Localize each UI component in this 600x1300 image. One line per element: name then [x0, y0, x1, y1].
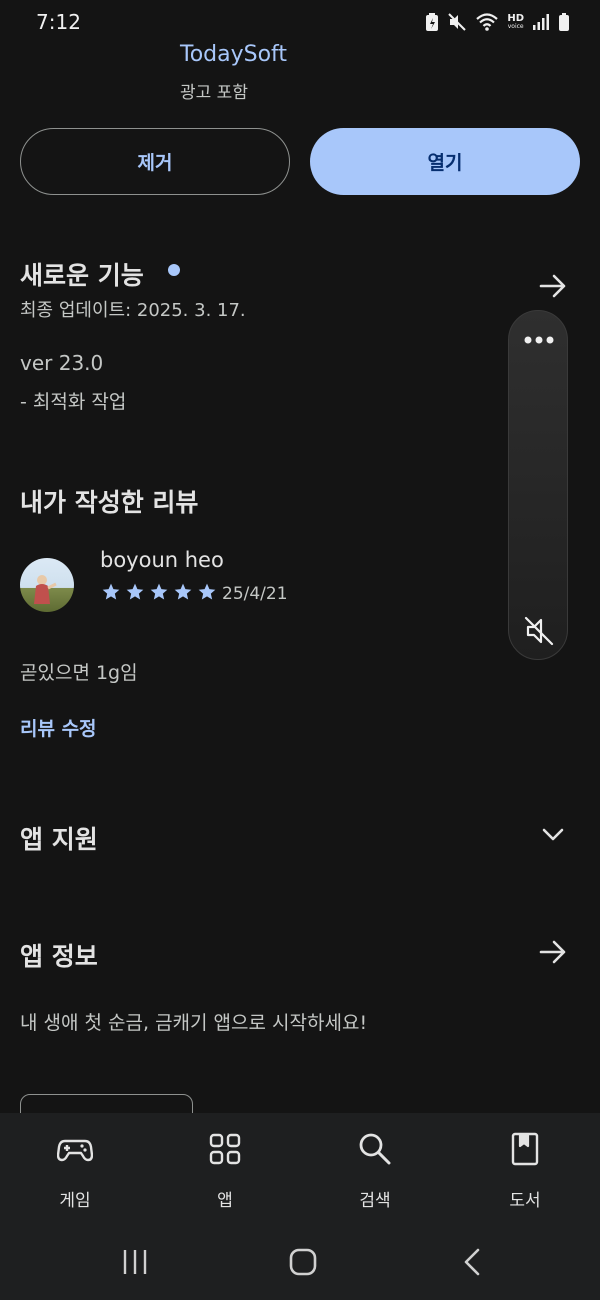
- recent-apps-icon[interactable]: [120, 1247, 150, 1277]
- star-rating: [100, 582, 218, 602]
- developer-name[interactable]: TodaySoft: [180, 42, 287, 67]
- avatar: [20, 558, 74, 612]
- more-options-icon[interactable]: [523, 335, 555, 345]
- gamepad-icon: [57, 1139, 93, 1162]
- star-icon: [174, 583, 192, 600]
- reviewer-name: boyoun heo: [100, 548, 224, 572]
- volume-mute-icon[interactable]: [523, 615, 555, 647]
- review-text: 곧있으면 1g임: [20, 662, 138, 684]
- arrow-right-icon[interactable]: [538, 937, 568, 967]
- nav-label-apps: 앱: [217, 1191, 233, 1211]
- nav-label-games: 게임: [59, 1191, 91, 1211]
- bottom-navigation: 게임 앱 검색 도서: [0, 1113, 600, 1233]
- arrow-right-icon[interactable]: [538, 271, 568, 301]
- home-icon[interactable]: [288, 1247, 318, 1277]
- star-icon: [126, 583, 144, 600]
- edit-review-link[interactable]: 리뷰 수정: [20, 714, 97, 741]
- apps-grid-icon: [209, 1133, 241, 1165]
- nav-item-books[interactable]: 도서: [450, 1113, 600, 1233]
- status-time: 7:12: [36, 10, 81, 34]
- app-support-title[interactable]: 앱 지원: [20, 820, 98, 856]
- signal-icon: [533, 14, 549, 30]
- back-icon[interactable]: [458, 1247, 488, 1277]
- battery-icon: [559, 13, 569, 31]
- star-icon: [150, 583, 168, 600]
- status-icons: HD voice: [425, 10, 570, 34]
- app-info-title[interactable]: 앱 정보: [20, 937, 98, 973]
- star-icon: [102, 583, 120, 600]
- review-date: 25/4/21: [222, 584, 288, 604]
- book-icon: [511, 1132, 539, 1166]
- floating-volume-panel[interactable]: [508, 310, 568, 660]
- battery-saver-icon: [426, 13, 439, 31]
- ads-note: 광고 포함: [180, 83, 248, 103]
- hd-voice-icon: HD voice: [507, 14, 524, 30]
- wifi-icon: [476, 13, 499, 31]
- version-text: ver 23.0: [20, 351, 104, 375]
- new-indicator-dot: [168, 264, 180, 276]
- star-icon: [198, 583, 216, 600]
- nav-item-apps[interactable]: 앱: [150, 1113, 300, 1233]
- system-navigation-bar: [0, 1233, 600, 1300]
- nav-item-search[interactable]: 검색: [300, 1113, 450, 1233]
- nav-item-games[interactable]: 게임: [0, 1113, 150, 1233]
- whats-new-title[interactable]: 새로운 기능: [20, 256, 144, 292]
- open-button[interactable]: 열기: [310, 128, 580, 195]
- mute-icon: [448, 13, 467, 31]
- search-icon: [359, 1133, 391, 1165]
- last-updated: 최종 업데이트: 2025. 3. 17.: [20, 300, 246, 321]
- remove-button[interactable]: 제거: [20, 128, 290, 195]
- nav-label-books: 도서: [509, 1191, 541, 1211]
- nav-label-search: 검색: [359, 1191, 391, 1211]
- chevron-down-icon[interactable]: [540, 822, 566, 848]
- my-review-title: 내가 작성한 리뷰: [20, 488, 199, 517]
- release-note: - 최적화 작업: [20, 391, 127, 413]
- voice-label: voice: [507, 23, 524, 30]
- app-description: 내 생애 첫 순금, 금캐기 앱으로 시작하세요!: [20, 1012, 368, 1034]
- status-bar: 7:12 HD voice: [0, 0, 600, 44]
